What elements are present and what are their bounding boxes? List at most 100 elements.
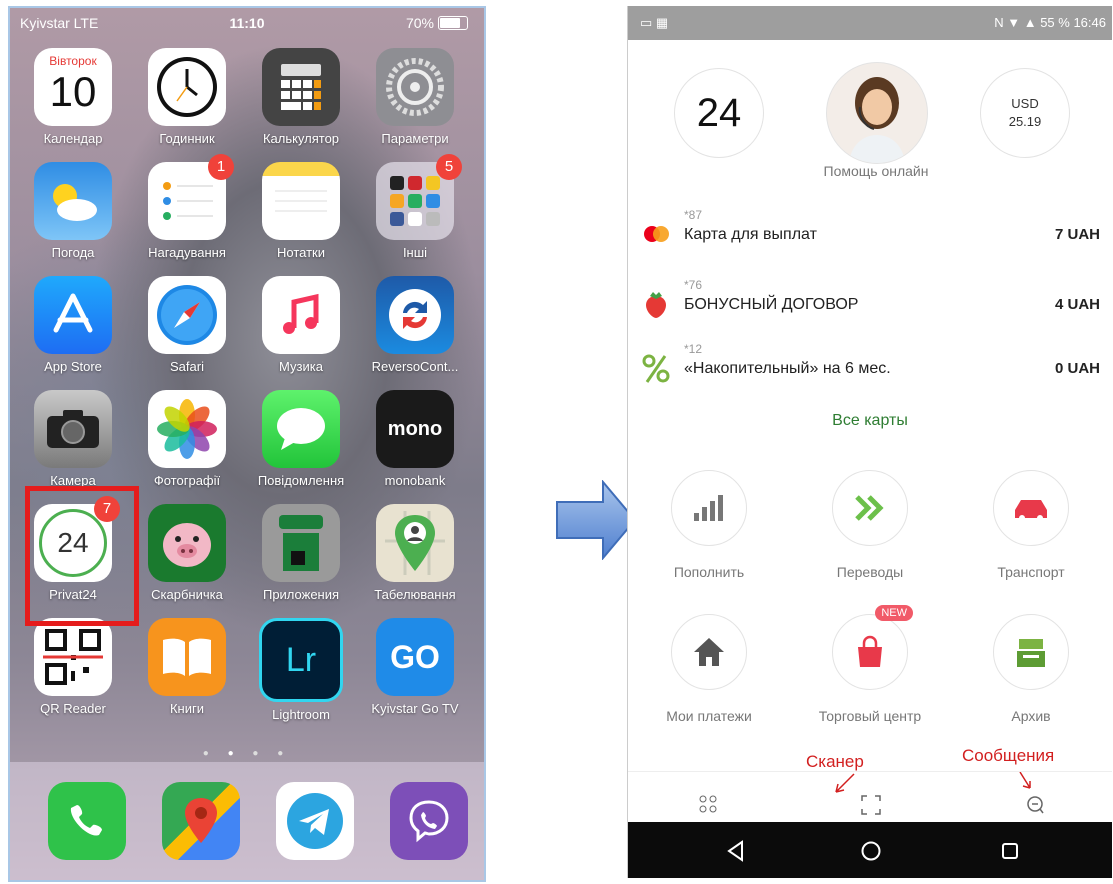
- app-weather[interactable]: Погода: [28, 162, 118, 260]
- app-privat-apps[interactable]: Приложения: [256, 504, 346, 602]
- app-piggy[interactable]: Скарбничка: [142, 504, 232, 602]
- app-settings[interactable]: Параметри: [370, 48, 460, 146]
- calendar-day: Вівторок: [49, 54, 97, 68]
- android-battery: 55 %: [1040, 15, 1070, 30]
- gotv-icon: GO: [376, 618, 454, 696]
- calendar-date: 10: [49, 68, 97, 115]
- app-monobank[interactable]: mono monobank: [370, 390, 460, 488]
- recents-icon[interactable]: [1000, 841, 1020, 861]
- notification-badge: 1: [208, 154, 234, 180]
- scanner-annotation: Сканер: [806, 752, 864, 771]
- app-label: Нотатки: [277, 245, 325, 260]
- currency-rate-button[interactable]: USD 25.19: [980, 68, 1070, 158]
- app-music[interactable]: Музика: [256, 276, 346, 374]
- app-reverso[interactable]: ReversoCont...: [370, 276, 460, 374]
- app-safari[interactable]: Safari: [142, 276, 232, 374]
- car-icon: [1015, 500, 1047, 521]
- app-label: Kyivstar Go TV: [371, 701, 459, 716]
- app-label: monobank: [384, 473, 446, 488]
- telegram-icon[interactable]: [276, 782, 354, 860]
- app-label: Годинник: [159, 131, 215, 146]
- card-row[interactable]: *12 «Накопительный» на 6 мес. 0 UAH: [628, 336, 1112, 402]
- app-clock[interactable]: Годинник: [142, 48, 232, 146]
- calendar-icon: Вівторок 10: [34, 48, 112, 126]
- help-online-button[interactable]: [826, 62, 928, 164]
- card-row[interactable]: *87 Карта для выплат 7 UAH: [628, 202, 1112, 268]
- app-qr[interactable]: QR Reader: [28, 618, 118, 716]
- strawberry-icon: [646, 292, 666, 318]
- service-transport[interactable]: Транспорт: [956, 470, 1106, 580]
- app-messages[interactable]: Повідомлення: [256, 390, 346, 488]
- google-maps-icon[interactable]: [162, 782, 240, 860]
- home-button-icon[interactable]: [860, 840, 882, 862]
- monobank-icon: mono: [376, 390, 454, 468]
- battery-percent: 70%: [405, 15, 434, 31]
- piggy-icon: [148, 504, 226, 582]
- app-label: ReversoCont...: [371, 359, 459, 374]
- chevrons-right-icon: [855, 495, 884, 521]
- battery-icon: [438, 16, 468, 30]
- privat24-highlight-box: [25, 486, 139, 626]
- app-label: Скарбничка: [151, 587, 223, 602]
- app-map-pin[interactable]: Табелювання: [370, 504, 460, 602]
- service-label: Транспорт: [997, 564, 1065, 580]
- app-lightroom[interactable]: Lr Lightroom: [256, 618, 346, 722]
- messages-icon[interactable]: [1024, 794, 1046, 816]
- app-calculator[interactable]: Калькулятор: [256, 48, 346, 146]
- service-label: Архив: [1011, 708, 1051, 724]
- service-shopping-center[interactable]: NEW Торговый центр: [795, 605, 945, 724]
- scanner-icon[interactable]: [860, 794, 882, 816]
- privat24-logo-button[interactable]: 24: [674, 68, 764, 158]
- notes-icon: [262, 162, 340, 240]
- card-amount: 0 UAH: [1054, 360, 1100, 377]
- card-row[interactable]: *76 БОНУСНЫЙ ДОГОВОР 4 UAH: [628, 272, 1112, 338]
- operator-avatar: [849, 77, 905, 163]
- app-appstore[interactable]: App Store: [28, 276, 118, 374]
- phone-icon[interactable]: [48, 782, 126, 860]
- app-camera[interactable]: Камера: [28, 390, 118, 488]
- reminders-icon: 1: [148, 154, 234, 240]
- dock: [10, 762, 484, 880]
- weather-icon: [34, 162, 112, 240]
- app-photos[interactable]: Фотографії: [142, 390, 232, 488]
- service-label: Торговый центр: [818, 708, 922, 724]
- app-calendar[interactable]: Вівторок 10 Календар: [28, 48, 118, 146]
- currency-code: USD: [1011, 96, 1039, 111]
- service-topup[interactable]: Пополнить: [634, 470, 784, 580]
- map-pin-icon: [376, 504, 454, 582]
- app-label: Повідомлення: [257, 473, 345, 488]
- safari-icon: [148, 276, 226, 354]
- app-label: Приложения: [262, 587, 340, 602]
- app-label: Календар: [43, 131, 103, 146]
- grid-menu-icon[interactable]: [698, 794, 718, 814]
- service-my-payments[interactable]: Мои платежи: [634, 614, 784, 724]
- archive-icon: [1017, 639, 1045, 667]
- calculator-icon: [262, 48, 340, 126]
- app-label: Книги: [169, 701, 205, 716]
- card-amount: 4 UAH: [1054, 296, 1100, 313]
- books-icon: [148, 618, 226, 696]
- photos-icon: [148, 390, 226, 468]
- card-name: БОНУСНЫЙ ДОГОВОР: [684, 296, 859, 313]
- ios-status-bar: Kyivstar LTE 11:10 70%: [10, 8, 484, 40]
- viber-icon[interactable]: [390, 782, 468, 860]
- app-folder[interactable]: 5 Інші: [370, 154, 462, 260]
- back-icon[interactable]: [726, 840, 746, 862]
- app-notes[interactable]: Нотатки: [256, 162, 346, 260]
- service-transfers[interactable]: Переводы: [795, 470, 945, 580]
- privat24-android-screen: ▭ ▦ N ▼ ▲ 55 % 16:46 24 Помощь онлайн US…: [627, 6, 1112, 878]
- all-cards-link[interactable]: Все карты: [628, 412, 1112, 430]
- app-label: Інші: [402, 245, 428, 260]
- page-dots: ● ● ● ●: [202, 748, 292, 759]
- app-books[interactable]: Книги: [142, 618, 232, 716]
- shopping-bag-icon: [858, 635, 882, 667]
- app-reminders[interactable]: 1 Нагадування: [142, 154, 234, 260]
- service-archive[interactable]: Архив: [956, 614, 1106, 724]
- percent-icon: [642, 354, 670, 383]
- currency-rate: 25.19: [1008, 114, 1042, 129]
- app-label: Lightroom: [272, 707, 330, 722]
- android-status-bar: ▭ ▦ N ▼ ▲ 55 % 16:46: [628, 6, 1112, 40]
- app-gotv[interactable]: GO Kyivstar Go TV: [370, 618, 460, 716]
- messages-annotation: Сообщения: [962, 746, 1055, 765]
- signal-bars-icon: [694, 495, 723, 521]
